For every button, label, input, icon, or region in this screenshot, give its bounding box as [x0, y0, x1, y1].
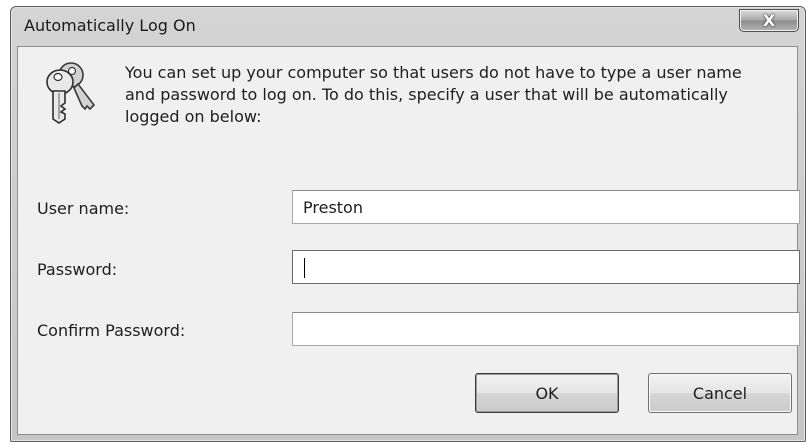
password-input[interactable]	[292, 250, 800, 284]
confirm-password-label: Confirm Password:	[37, 321, 186, 340]
dialog-window: Automatically Log On X You can set up yo…	[10, 6, 806, 442]
description-text: You can set up your computer so that use…	[125, 63, 742, 126]
close-icon: X	[762, 10, 776, 30]
title-bar[interactable]: Automatically Log On X	[11, 7, 805, 51]
username-label: User name:	[37, 199, 130, 218]
ok-button[interactable]: OK	[475, 373, 619, 413]
confirm-password-input[interactable]	[292, 312, 800, 346]
window-title: Automatically Log On	[24, 16, 196, 35]
text-cursor	[304, 258, 305, 278]
dialog-content: You can set up your computer so that use…	[17, 46, 800, 435]
password-label: Password:	[37, 260, 118, 279]
close-button[interactable]: X	[739, 9, 799, 32]
keys-icon	[46, 62, 96, 124]
username-input[interactable]	[292, 190, 800, 224]
cancel-button[interactable]: Cancel	[648, 373, 792, 413]
